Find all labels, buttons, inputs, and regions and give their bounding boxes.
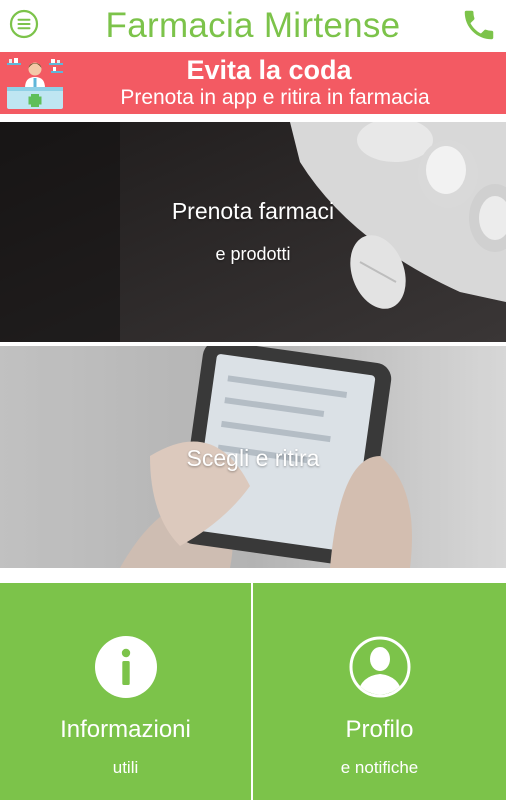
book-medicines-subtitle: e prodotti bbox=[215, 244, 291, 264]
choose-pickup-tile[interactable]: Scegli e ritira bbox=[0, 346, 506, 568]
book-medicines-title: Prenota farmaci bbox=[171, 198, 335, 224]
banner-subtitle: Prenota in app e ritira in farmacia bbox=[120, 86, 430, 109]
profile-panel-title: Profilo bbox=[345, 716, 414, 743]
promo-banner[interactable]: Evita la coda Prenota in app e ritira in… bbox=[0, 52, 506, 114]
app-title: Farmacia Mirtense bbox=[105, 6, 401, 45]
phone-icon[interactable] bbox=[460, 6, 498, 44]
pharmacist-illustration bbox=[7, 58, 63, 109]
info-panel-title: Informazioni bbox=[60, 716, 191, 743]
app-header: Farmacia Mirtense bbox=[0, 0, 506, 52]
profile-panel-subtitle: e notifiche bbox=[340, 758, 419, 777]
profile-panel[interactable]: Profilo e notifiche bbox=[253, 583, 506, 800]
info-icon bbox=[94, 636, 157, 698]
banner-title: Evita la coda bbox=[186, 55, 352, 85]
info-panel[interactable]: Informazioni utili bbox=[0, 583, 251, 800]
pills-photo bbox=[0, 122, 506, 342]
user-icon bbox=[349, 636, 410, 698]
book-medicines-tile[interactable]: Prenota farmaci e prodotti bbox=[0, 122, 506, 342]
choose-pickup-title: Scegli e ritira bbox=[186, 445, 320, 471]
info-panel-subtitle: utili bbox=[112, 758, 139, 777]
